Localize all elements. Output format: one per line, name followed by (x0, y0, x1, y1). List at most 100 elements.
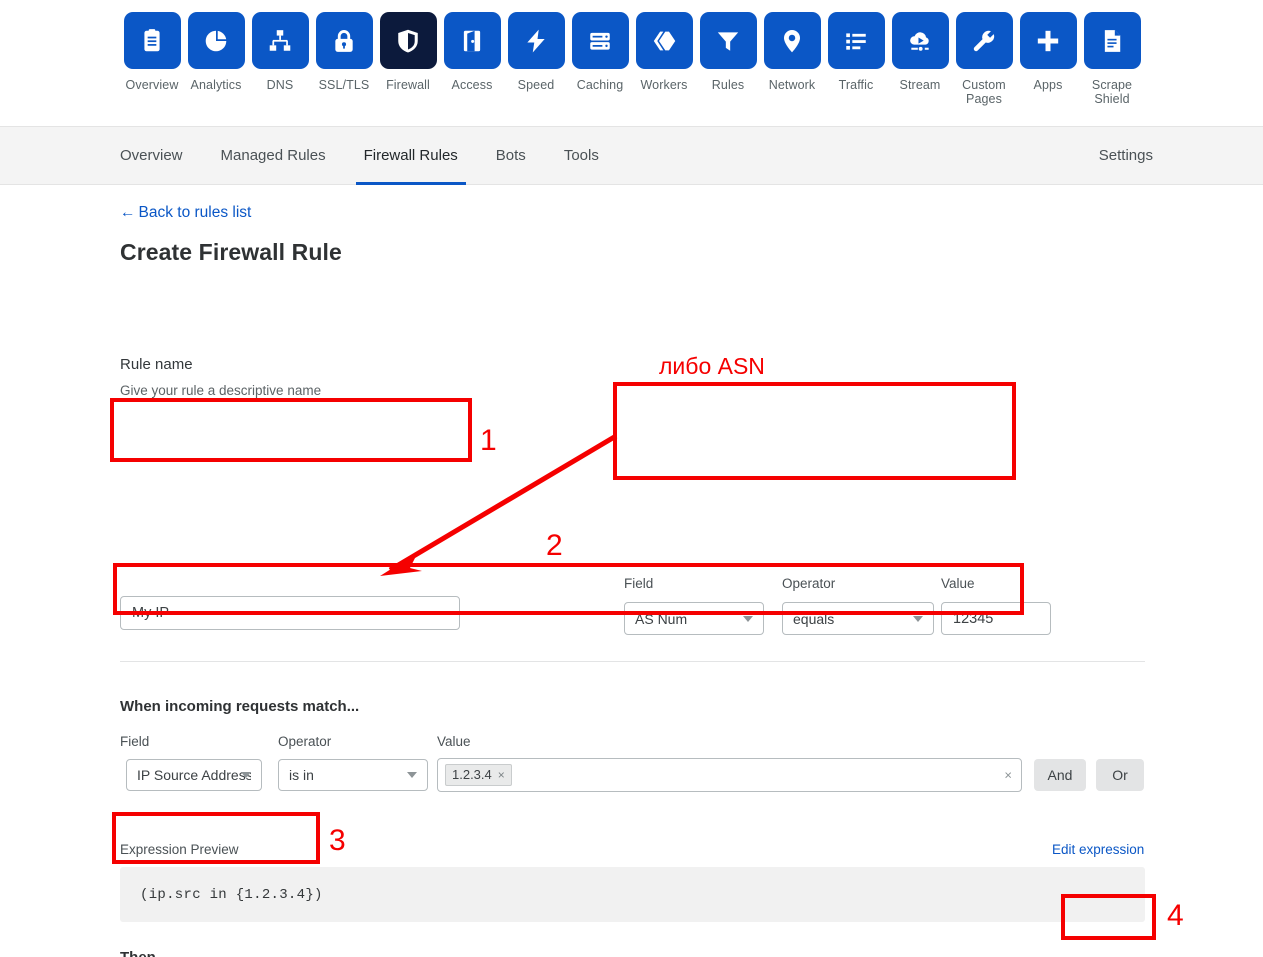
asn-field-select[interactable]: AS Num (624, 602, 764, 635)
subnav-item-managed-rules[interactable]: Managed Rules (221, 127, 326, 185)
annotation-number-3: 3 (329, 824, 346, 857)
app-tile-apps[interactable]: Apps (1016, 0, 1080, 92)
edit-expression-link[interactable]: Edit expression (1052, 842, 1144, 857)
app-tile-label: Overview (125, 78, 179, 92)
asn-operator-select[interactable]: equals (782, 602, 934, 635)
app-tile-access[interactable]: Access (440, 0, 504, 92)
app-tile-scrape-shield[interactable]: Scrape Shield (1080, 0, 1144, 106)
left-arrow-icon: ← (120, 204, 136, 221)
lock-icon (315, 12, 373, 69)
match-operator-select[interactable]: is in (278, 759, 428, 791)
then-section-heading: Then... (120, 949, 168, 957)
match-operator-column-label: Operator (278, 734, 332, 749)
asn-operator-select-value: equals (793, 610, 835, 627)
rule-name-heading: Rule name (120, 356, 193, 373)
app-tile-label: Traffic (838, 78, 874, 92)
annotation-number-1: 1 (480, 424, 497, 457)
asn-value-column-label: Value (941, 576, 975, 591)
clear-all-icon[interactable]: × (1004, 768, 1012, 783)
sitemap-icon (251, 12, 309, 69)
chevron-down-icon (241, 772, 251, 778)
document-icon (1083, 12, 1141, 69)
subnav-item-bots[interactable]: Bots (496, 127, 526, 185)
app-tile-label: Network (768, 78, 816, 92)
funnel-icon (699, 12, 757, 69)
app-tile-rules[interactable]: Rules (696, 0, 760, 92)
app-tile-label: Custom Pages (962, 78, 1006, 106)
app-tile-label: DNS (266, 78, 294, 92)
and-button[interactable]: And (1034, 759, 1086, 791)
server-icon (571, 12, 629, 69)
expression-code: (ip.src in {1.2.3.4}) (140, 886, 323, 903)
app-tile-label: Speed (517, 78, 555, 92)
clipboard-icon (123, 12, 181, 69)
back-to-rules-list-link[interactable]: ← Back to rules list (120, 204, 251, 222)
asn-operator-column-label: Operator (782, 576, 836, 591)
annotation-asn-note: либо ASN (659, 353, 765, 379)
match-value-column-label: Value (437, 734, 471, 749)
pie-chart-icon (187, 12, 245, 69)
plus-icon (1019, 12, 1077, 69)
match-field-column-label: Field (120, 734, 150, 749)
app-tile-caching[interactable]: Caching (568, 0, 632, 92)
shield-icon (379, 12, 437, 69)
annotation-number-4: 4 (1167, 899, 1184, 932)
wrench-icon (955, 12, 1013, 69)
match-section-heading: When incoming requests match... (120, 698, 360, 715)
match-value-multiselect[interactable]: 1.2.3.4 × × (437, 758, 1022, 792)
app-tile-label: Workers (640, 78, 688, 92)
or-button[interactable]: Or (1096, 759, 1144, 791)
bolt-icon (507, 12, 565, 69)
page-title: Create Firewall Rule (120, 239, 342, 265)
app-tile-ssl-tls[interactable]: SSL/TLS (312, 0, 376, 92)
cloud-play-icon (891, 12, 949, 69)
subnav-settings-link[interactable]: Settings (1099, 147, 1153, 164)
app-icon-rail: Overview Analytics DNS SSL/TLS Firewall Acces… (0, 0, 1263, 124)
close-icon[interactable]: × (498, 768, 505, 782)
app-tile-label: Apps (1033, 78, 1063, 92)
chevron-down-icon (913, 615, 923, 622)
app-tile-speed[interactable]: Speed (504, 0, 568, 92)
page-root: Overview Analytics DNS SSL/TLS Firewall Acces… (0, 0, 1263, 957)
app-tile-firewall[interactable]: Firewall (376, 0, 440, 92)
subnav-item-tools[interactable]: Tools (564, 127, 599, 185)
app-tile-label: Scrape Shield (1091, 78, 1133, 106)
annotation-arrow (380, 433, 618, 576)
door-icon (443, 12, 501, 69)
app-tile-stream[interactable]: Stream (888, 0, 952, 92)
expression-preview-box: (ip.src in {1.2.3.4}) (120, 867, 1145, 922)
app-tile-label: Firewall (386, 78, 430, 92)
value-chip-label: 1.2.3.4 (452, 767, 492, 782)
app-tile-network[interactable]: Network (760, 0, 824, 92)
app-tile-label: Caching (576, 78, 624, 92)
match-field-select[interactable]: IP Source Address (126, 759, 262, 791)
subnav-item-firewall-rules[interactable]: Firewall Rules (355, 127, 467, 185)
section-divider (120, 661, 1145, 662)
subnav-item-overview[interactable]: Overview (120, 127, 183, 185)
asn-value-input[interactable] (941, 602, 1051, 635)
workers-icon (635, 12, 693, 69)
back-link-label: Back to rules list (138, 204, 252, 221)
app-tile-custom-pages[interactable]: Custom Pages (952, 0, 1016, 106)
annotation-box-asn (613, 382, 1016, 480)
app-tile-label: SSL/TLS (318, 78, 370, 92)
expression-preview-label: Expression Preview (120, 842, 239, 857)
asn-field-select-value: AS Num (635, 610, 688, 627)
chevron-down-icon (407, 772, 417, 778)
app-tile-label: Access (451, 78, 493, 92)
value-chip[interactable]: 1.2.3.4 × (445, 764, 512, 786)
app-tile-overview[interactable]: Overview (120, 0, 184, 92)
map-pin-icon (763, 12, 821, 69)
app-tile-analytics[interactable]: Analytics (184, 0, 248, 92)
chevron-down-icon (743, 615, 753, 622)
asn-field-column-label: Field (624, 576, 654, 591)
rule-name-description: Give your rule a descriptive name (120, 383, 322, 398)
app-tile-label: Stream (899, 78, 941, 92)
firewall-subnav: Overview Managed Rules Firewall Rules Bots T… (0, 126, 1263, 185)
app-tile-traffic[interactable]: Traffic (824, 0, 888, 92)
match-operator-select-value: is in (289, 767, 314, 783)
list-icon (827, 12, 885, 69)
app-tile-dns[interactable]: DNS (248, 0, 312, 92)
app-tile-workers[interactable]: Workers (632, 0, 696, 92)
rule-name-input[interactable] (120, 596, 460, 630)
